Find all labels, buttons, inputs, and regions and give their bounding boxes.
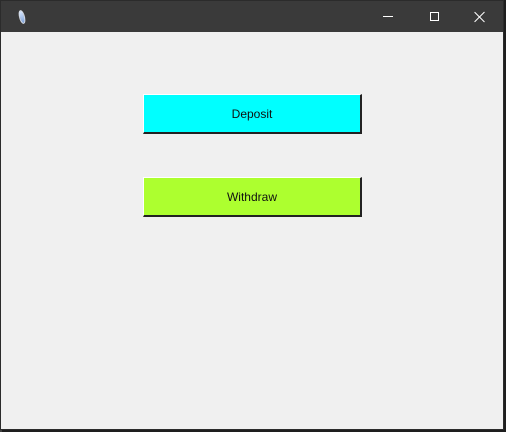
window-content: Deposit Withdraw	[1, 32, 503, 429]
minimize-icon	[383, 16, 393, 17]
minimize-button[interactable]	[365, 1, 411, 32]
close-button[interactable]	[457, 1, 503, 32]
main-window: Deposit Withdraw	[0, 0, 504, 430]
withdraw-button[interactable]: Withdraw	[143, 177, 362, 217]
maximize-button[interactable]	[411, 1, 457, 32]
feather-icon	[13, 8, 31, 26]
maximize-icon	[429, 12, 439, 21]
feather-shape	[16, 8, 28, 25]
title-bar[interactable]	[1, 1, 503, 32]
window-controls	[365, 1, 503, 32]
deposit-button[interactable]: Deposit	[143, 94, 362, 134]
close-icon	[474, 11, 486, 23]
